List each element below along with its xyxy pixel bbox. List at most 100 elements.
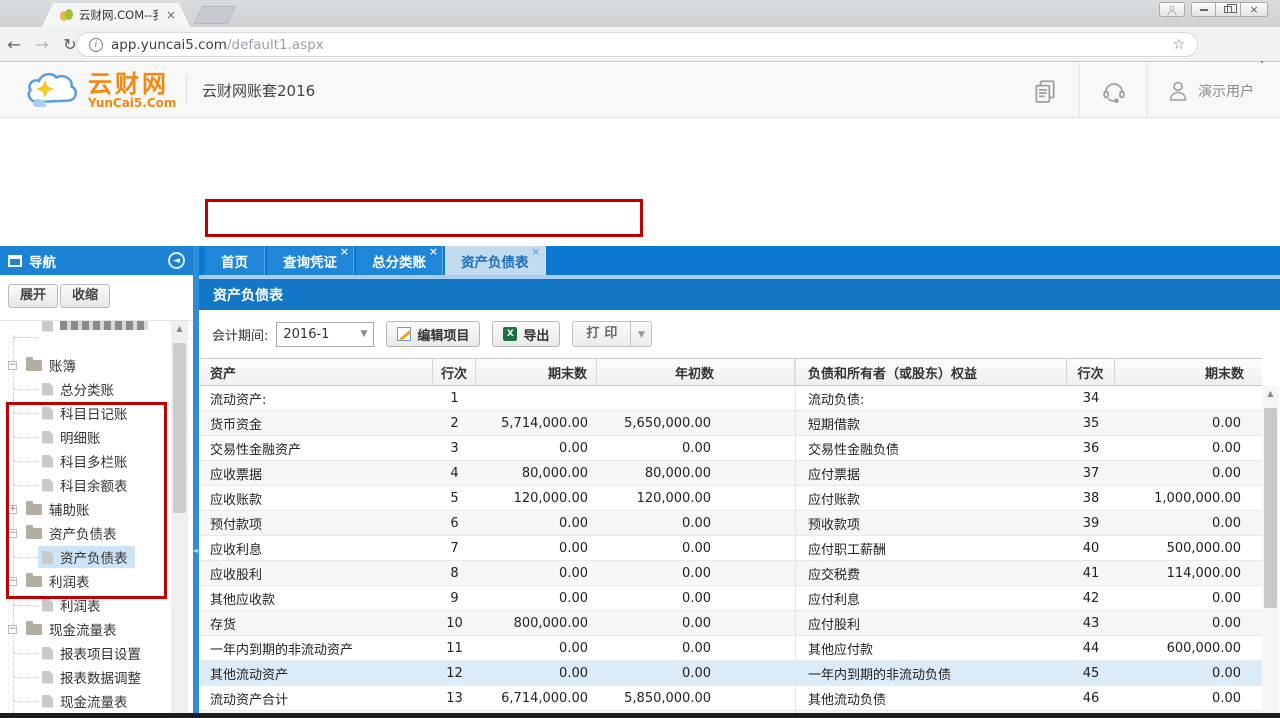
table-body: 流动资产:1流动负债:34货币资金25,714,000.005,650,000.… (200, 386, 1262, 718)
table-row[interactable]: 一年内到期的非流动资产110.000.00其他应付款44600,000.00 (200, 636, 1262, 661)
print-dropdown-icon[interactable]: ▼ (631, 321, 652, 347)
browser-tab-close-icon[interactable]: × (166, 8, 176, 22)
back-icon[interactable]: ← (0, 35, 28, 54)
tree-item-资产负债表[interactable]: −资产负债表 (0, 521, 171, 545)
sidebar-title: 导航 (29, 251, 168, 271)
tab-资产负债表[interactable]: 资产负债表× (445, 246, 546, 275)
tree-item-报表数据调整[interactable]: 报表数据调整 (0, 665, 171, 689)
table-row[interactable]: 交易性金融资产30.000.00交易性金融负债360.00 (200, 436, 1262, 461)
tree-item-科目多栏账[interactable]: 科目多栏账 (0, 449, 171, 473)
table-row[interactable]: 货币资金25,714,000.005,650,000.00短期借款350.00 (200, 411, 1262, 436)
tree-item-content: 资产负债表 (38, 546, 135, 568)
vscroll-thumb[interactable] (1264, 408, 1277, 608)
new-tab-button[interactable] (194, 6, 236, 24)
tree-item-辅助账[interactable]: +辅助账 (0, 497, 171, 521)
tree-item-资产负债表[interactable]: 资产负债表 (0, 545, 171, 569)
table-row[interactable]: 流动资产合计136,714,000.005,850,000.00其他流动负债46… (200, 686, 1262, 711)
file-icon (42, 695, 53, 708)
app-logo[interactable]: 云财网 YunCai5.Com (24, 69, 176, 113)
tab-close-icon[interactable]: × (531, 247, 540, 257)
tree-item-科目日记账[interactable]: 科目日记账 (0, 401, 171, 425)
liability-name-cell: 其他应付款 (795, 636, 1067, 660)
asset-ending-cell: 0.00 (476, 586, 597, 610)
tree-connector (14, 485, 38, 486)
splitter-collapse-icon[interactable]: ◄ (192, 546, 198, 555)
edit-items-button[interactable]: 编辑项目 (386, 321, 480, 347)
sidebar-collapse-icon[interactable]: ◄ (168, 252, 185, 269)
collapse-minus-icon[interactable]: − (8, 361, 17, 370)
asset-row-no-cell: 9 (433, 586, 476, 610)
scroll-up-icon[interactable]: ▲ (1262, 386, 1279, 402)
tree-connector (14, 337, 38, 338)
liability-row-no-cell: 44 (1067, 636, 1115, 660)
tree-item-明细账[interactable]: 明细账 (0, 425, 171, 449)
collapse-minus-icon[interactable]: − (8, 625, 17, 634)
collapse-minus-icon[interactable]: − (8, 529, 17, 538)
liability-row-no-cell: 39 (1067, 511, 1115, 535)
table-row[interactable]: 其他应收款90.000.00应付利息420.00 (200, 586, 1262, 611)
tree-item-总分类账[interactable]: 总分类账 (0, 377, 171, 401)
sidebar-buttons: 展开 收缩 (0, 275, 193, 321)
export-button[interactable]: X 导出 (492, 321, 560, 347)
url-field[interactable]: i app.yuncai5.com/default1.aspx ☆ (76, 32, 1198, 57)
tree-scrollbar[interactable]: ▲ ▼ (171, 321, 188, 718)
expand-plus-icon[interactable]: + (8, 505, 17, 514)
tree-rows: −账簿总分类账科目日记账明细账科目多栏账科目余额表+辅助账−资产负债表资产负债表… (0, 321, 171, 718)
tree-item-账簿[interactable]: −账簿 (0, 353, 171, 377)
tab-close-icon[interactable]: × (340, 247, 349, 257)
tree-item-现金流量表[interactable]: 现金流量表 (0, 689, 171, 713)
tree-item-科目余额表[interactable]: 科目余额表 (0, 473, 171, 497)
asset-row-no-cell: 6 (433, 511, 476, 535)
table-row[interactable]: 应收账款5120,000.00120,000.00应付账款381,000,000… (200, 486, 1262, 511)
table-row[interactable]: 应收利息70.000.00应付职工薪酬40500,000.00 (200, 536, 1262, 561)
tree-item-利润表[interactable]: 利润表 (0, 593, 171, 617)
close-button[interactable]: × (1241, 2, 1268, 17)
table-row[interactable]: 应收股利80.000.00应交税费41114,000.00 (200, 561, 1262, 586)
tab-查询凭证[interactable]: 查询凭证× (267, 246, 354, 275)
bookmark-star-icon[interactable]: ☆ (1172, 37, 1185, 53)
documents-icon (1032, 78, 1058, 104)
collapse-all-button[interactable]: 收缩 (60, 284, 110, 308)
scroll-up-icon[interactable]: ▲ (171, 321, 188, 337)
liability-ending-cell: 500,000.00 (1115, 536, 1262, 560)
sidebar-header: 导航 ◄ (0, 246, 193, 275)
forward-icon[interactable]: → (28, 35, 56, 54)
table-row[interactable]: 预付款项60.000.00预收款项390.00 (200, 511, 1262, 536)
asset-beginning-cell: 0.00 (597, 561, 795, 585)
tree-item-现金流量表[interactable]: −现金流量表 (0, 617, 171, 641)
collapse-minus-icon[interactable]: − (8, 577, 17, 586)
table-vertical-scrollbar[interactable]: ▲ ▼ (1262, 386, 1279, 718)
tree-item-content: 科目多栏账 (38, 450, 135, 472)
table-row[interactable]: 流动资产:1流动负债:34 (200, 386, 1262, 411)
tree-item-content (38, 321, 155, 336)
print-button[interactable]: 打印 (572, 321, 631, 347)
tree-item-报表项目设置[interactable]: 报表项目设置 (0, 641, 171, 665)
minimize-button[interactable] (1191, 2, 1216, 17)
period-select[interactable]: 2016-1 ▼ (276, 322, 374, 347)
support-button[interactable] (1079, 63, 1147, 118)
nav-tree: −账簿总分类账科目日记账明细账科目多栏账科目余额表+辅助账−资产负债表资产负债表… (0, 321, 171, 718)
browser-tab[interactable]: 云财网.COM--我的账套 × (42, 3, 190, 27)
user-menu[interactable]: 演示用户 (1147, 63, 1272, 118)
tree-scroll-thumb[interactable] (173, 343, 186, 513)
table-row[interactable]: 存货10800,000.000.00应付股利430.00 (200, 611, 1262, 636)
tree-item-利润表[interactable]: −利润表 (0, 569, 171, 593)
liability-row-no-cell: 43 (1067, 611, 1115, 635)
table-row[interactable]: 应收票据480,000.0080,000.00应付票据370.00 (200, 461, 1262, 486)
expand-all-button[interactable]: 展开 (8, 284, 58, 308)
tree-item-clipped[interactable] (0, 321, 171, 353)
asset-ending-cell: 5,714,000.00 (476, 411, 597, 435)
tree-item-content: 现金流量表 (38, 690, 135, 712)
tree-item-content: 利润表 (38, 594, 108, 616)
tab-close-icon[interactable]: × (429, 247, 438, 257)
browser-profile-button[interactable] (1159, 2, 1185, 17)
export-label: 导出 (523, 325, 549, 344)
tab-首页[interactable]: 首页 (205, 246, 265, 275)
restore-button[interactable] (1216, 2, 1241, 17)
liability-ending-cell: 0.00 (1115, 511, 1262, 535)
tab-总分类账[interactable]: 总分类账× (356, 246, 443, 275)
table-row[interactable]: 其他流动资产120.000.00一年内到期的非流动负债450.00 (200, 661, 1262, 686)
liability-ending-cell: 0.00 (1115, 611, 1262, 635)
page-info-icon[interactable]: i (89, 38, 103, 52)
documents-button[interactable] (1011, 63, 1079, 118)
